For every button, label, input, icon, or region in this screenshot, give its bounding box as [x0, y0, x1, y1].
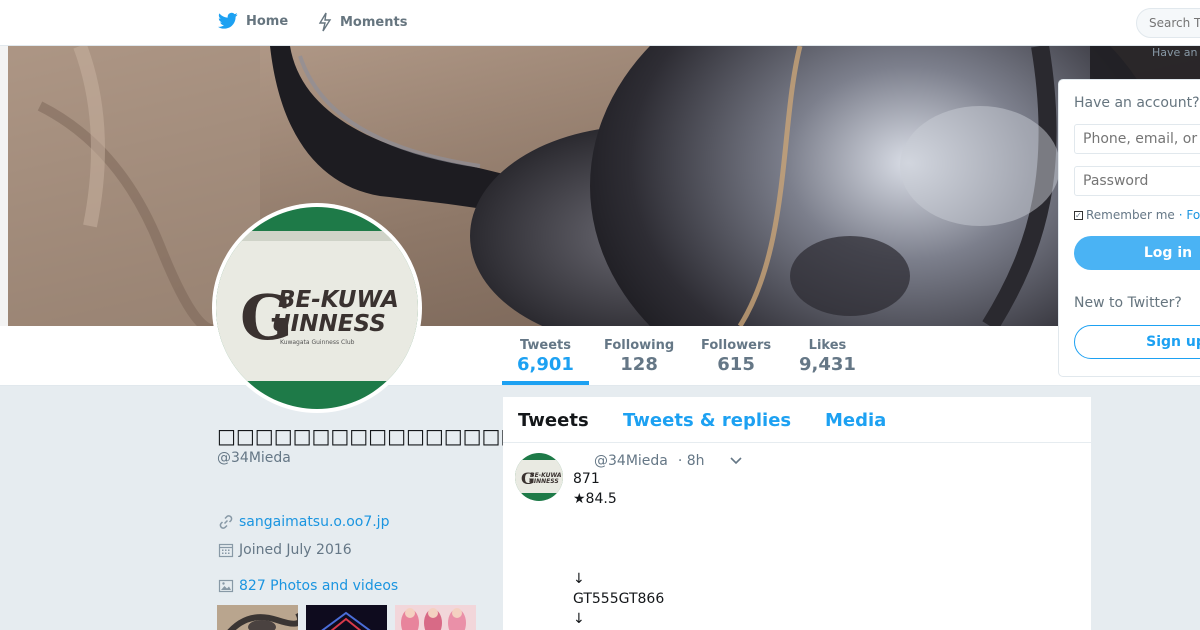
nav-moments-label: Moments — [340, 14, 408, 30]
avatar-logo-sub: Kuwagata Guinness Club — [280, 339, 355, 346]
tweet-header: @34Mieda · 8h — [594, 453, 743, 469]
remember-row: ✓ Remember me · Forgot password? — [1074, 208, 1200, 222]
stat-following[interactable]: Following 128 — [604, 338, 674, 375]
photo-thumbnail[interactable] — [395, 605, 476, 630]
photos-label: 827 Photos and videos — [239, 578, 399, 594]
have-account-mini[interactable]: Have an — [1152, 46, 1198, 59]
search-input[interactable] — [1136, 8, 1200, 38]
stat-tweets-label: Tweets — [519, 338, 571, 353]
login-title: Have an account? — [1074, 95, 1200, 111]
password-input[interactable] — [1074, 166, 1200, 196]
photo-icon — [218, 579, 234, 593]
tweet-avatar[interactable]: G BE-KUWA UINNESS — [515, 453, 563, 501]
banner-edge — [0, 46, 8, 326]
tab-tweets[interactable]: Tweets — [518, 410, 589, 431]
profile-website[interactable]: sangaimatsu.o.oo7.jp — [218, 514, 389, 530]
top-nav: Home Moments — [0, 0, 1200, 46]
lightning-icon — [318, 12, 332, 32]
tweet-text-line: GT555GT866 — [573, 591, 665, 607]
tweet-avatar-line2: UINNESS — [529, 478, 559, 485]
tweet-text-line: ★84.5 — [573, 491, 617, 507]
tweet-text-line: ↓ — [573, 611, 585, 627]
phone-email-input[interactable] — [1074, 124, 1200, 154]
calendar-icon — [218, 543, 234, 558]
new-to-twitter: New to Twitter? — [1074, 295, 1182, 311]
profile-nav: Tweets 6,901 Following 128 Followers 615… — [0, 326, 1200, 386]
photo-thumbnail[interactable] — [217, 605, 298, 630]
login-card: Have an account? ✓ Remember me · Forgot … — [1058, 79, 1200, 377]
profile-banner — [0, 46, 1200, 326]
nav-home-label: Home — [246, 13, 289, 29]
stat-tweets[interactable]: Tweets 6,901 — [517, 338, 574, 375]
active-stat-underline — [502, 381, 589, 385]
nav-home[interactable]: Home — [218, 12, 288, 30]
stat-following-label: Following — [604, 338, 675, 353]
stat-tweets-value: 6,901 — [517, 354, 574, 375]
login-button[interactable]: Log in — [1074, 236, 1200, 270]
stat-likes-label: Likes — [808, 338, 847, 353]
profile-joined: Joined July 2016 — [218, 542, 352, 558]
nav-moments[interactable]: Moments — [318, 12, 407, 32]
timeline: Tweets Tweets & replies Media G BE-KUWA … — [503, 397, 1091, 630]
avatar-logo-line2: UINNESS — [272, 311, 386, 337]
profile-avatar[interactable]: G BE-KUWA UINNESS Kuwagata Guinness Club — [212, 203, 422, 413]
stat-followers-label: Followers — [701, 338, 772, 353]
stat-following-value: 128 — [620, 354, 658, 375]
tweet-handle[interactable]: @34Mieda — [594, 453, 668, 469]
photo-thumbnail[interactable] — [306, 605, 387, 630]
timeline-tabs: Tweets Tweets & replies Media — [503, 397, 1091, 443]
website-label: sangaimatsu.o.oo7.jp — [239, 514, 390, 530]
tab-tweets-replies[interactable]: Tweets & replies — [623, 410, 791, 431]
remember-label[interactable]: Remember me — [1086, 208, 1175, 222]
stat-followers-value: 615 — [717, 354, 755, 375]
tweet-text-line: 871 — [573, 471, 600, 487]
tweet-text-line: ↓ — [573, 571, 585, 587]
tab-media[interactable]: Media — [825, 410, 886, 431]
banner-image — [0, 46, 1200, 326]
avatar-logo-line1: BE-KUWA — [278, 287, 399, 313]
remember-checkbox[interactable]: ✓ — [1074, 210, 1083, 220]
profile-photos-link[interactable]: 827 Photos and videos — [218, 578, 398, 594]
stat-followers[interactable]: Followers 615 — [701, 338, 771, 375]
signup-button[interactable]: Sign up — [1074, 325, 1200, 359]
forgot-password-link[interactable]: · Forgot password? — [1179, 208, 1200, 222]
joined-label: Joined July 2016 — [239, 542, 352, 558]
twitter-bird-icon — [218, 12, 238, 29]
stat-likes-value: 9,431 — [799, 354, 856, 375]
profile-handle[interactable]: @34Mieda — [217, 450, 291, 466]
avatar-image: G BE-KUWA UINNESS Kuwagata Guinness Club — [216, 207, 418, 409]
link-icon — [219, 515, 233, 529]
chevron-down-icon[interactable] — [729, 456, 743, 466]
tweet-time[interactable]: · 8h — [678, 453, 705, 469]
stat-likes[interactable]: Likes 9,431 — [799, 338, 856, 375]
